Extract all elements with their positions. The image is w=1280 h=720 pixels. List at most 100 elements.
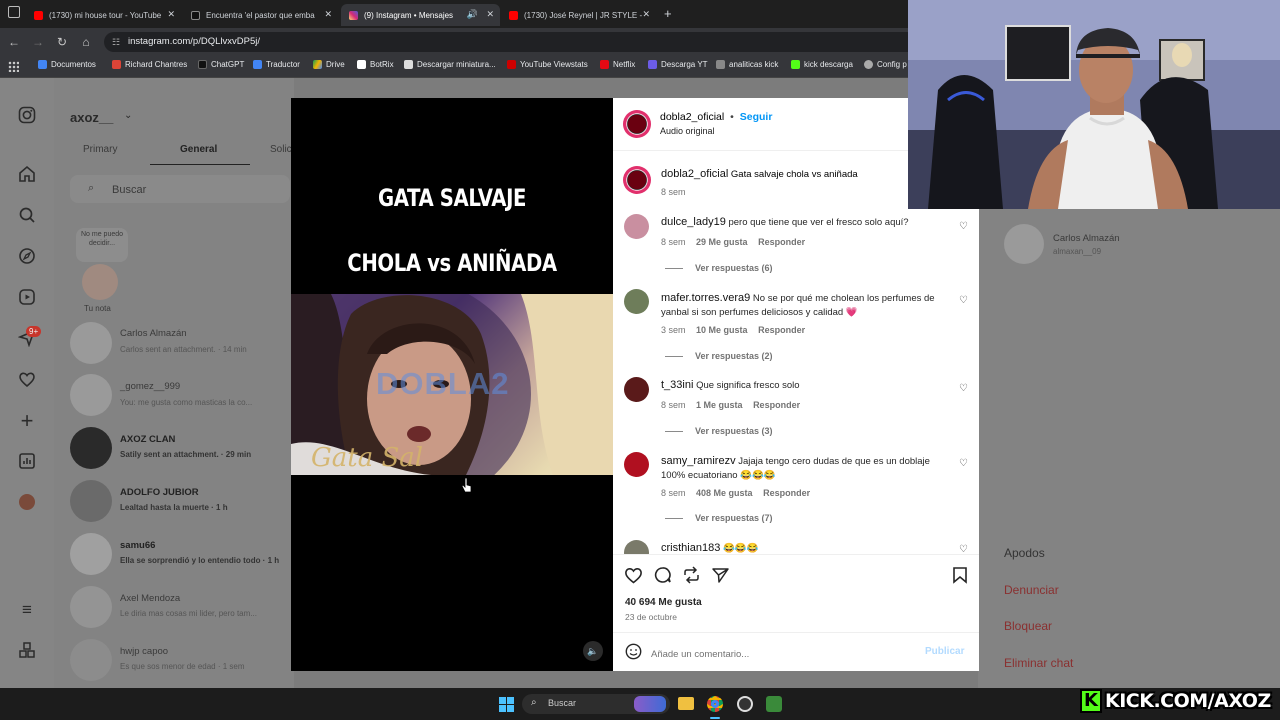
bookmark-richard-chantres[interactable]: Richard Chantres — [112, 60, 187, 69]
bookmark-botrix[interactable]: BotRix — [357, 60, 394, 69]
avatar[interactable] — [70, 480, 112, 522]
avatar[interactable] — [624, 540, 649, 554]
tab-youtube-jr-style[interactable]: (1730) José Reynel | JR STYLE - ✕ — [501, 4, 656, 26]
note-avatar[interactable] — [82, 264, 118, 300]
bookmark-config[interactable]: Config p — [864, 60, 907, 69]
conversation-name[interactable]: Carlos Almazán — [120, 328, 187, 339]
taskbar-search[interactable]: ⌕ Buscar — [522, 694, 670, 714]
comment-input[interactable]: Añade un comentario... — [651, 644, 921, 660]
comment-likes[interactable]: 10 Me gusta — [696, 325, 748, 335]
bookmark-kick-descarga[interactable]: kick descarga — [791, 60, 853, 69]
like-comment-icon[interactable]: ♡ — [959, 459, 969, 469]
speaker-icon[interactable]: 🔊 — [467, 9, 478, 20]
note-bubble[interactable]: No me puedo decidir... — [76, 228, 128, 262]
close-tab-icon[interactable]: ✕ — [486, 9, 494, 20]
bookmark-drive[interactable]: Drive — [313, 60, 345, 69]
repost-icon[interactable] — [682, 566, 701, 584]
tab-requests[interactable]: Solic — [270, 144, 292, 155]
obs-icon[interactable] — [737, 696, 753, 712]
avatar[interactable] — [1004, 224, 1044, 264]
app-icon[interactable] — [766, 696, 782, 712]
account-username[interactable]: axoz__ — [70, 110, 113, 125]
like-comment-icon[interactable]: ♡ — [959, 222, 969, 232]
search-icon[interactable] — [17, 206, 37, 226]
reel-video-player[interactable]: GATA SALVAJE CHOLA vs ANIÑADA Gata Sal D… — [291, 98, 613, 671]
search-input[interactable] — [70, 175, 290, 203]
mute-button[interactable]: 🔈 — [583, 641, 603, 661]
conversation-name[interactable]: AXOZ CLAN — [120, 434, 175, 445]
tab-youtube-house-tour[interactable]: (1730) mi house tour - YouTube ✕ — [26, 4, 181, 26]
comment-likes[interactable]: 408 Me gusta — [696, 488, 753, 498]
dashboard-icon[interactable] — [17, 452, 37, 472]
like-comment-icon[interactable]: ♡ — [959, 296, 969, 306]
back-icon[interactable]: ← — [6, 34, 22, 50]
close-tab-icon[interactable]: ✕ — [642, 9, 650, 20]
tab-primary[interactable]: Primary — [83, 144, 117, 155]
apps-icon[interactable] — [8, 61, 19, 72]
comment-username[interactable]: t_33ini — [661, 379, 693, 391]
close-tab-icon[interactable]: ✕ — [324, 9, 332, 20]
reply-button[interactable]: Responder — [758, 237, 805, 247]
avatar[interactable] — [624, 289, 649, 314]
new-tab-button[interactable]: + — [664, 6, 672, 21]
comment-username[interactable]: mafer.torres.vera9 — [661, 292, 750, 304]
avatar[interactable] — [624, 377, 649, 402]
view-replies-button[interactable]: Ver respuestas (6) — [665, 263, 773, 273]
delete-chat-option[interactable]: Eliminar chat — [1004, 656, 1073, 670]
comment-icon[interactable] — [653, 566, 672, 584]
conversation-name[interactable]: Axel Mendoza — [120, 593, 180, 604]
chrome-icon[interactable] — [707, 696, 723, 712]
comment-username[interactable]: cristhian183 — [661, 542, 720, 554]
conversation-name[interactable]: hwjp capoo — [120, 646, 168, 657]
comment-username[interactable]: dulce_lady19 — [661, 216, 726, 228]
comment-username[interactable]: samy_ramirezv — [661, 455, 736, 467]
bookmark-descargar-miniatura[interactable]: Descargar miniatura... — [404, 60, 496, 69]
avatar[interactable] — [70, 374, 112, 416]
conversation-name[interactable]: _gomez__999 — [120, 381, 180, 392]
avatar[interactable] — [70, 639, 112, 681]
reload-icon[interactable]: ↻ — [54, 34, 70, 50]
follow-button[interactable]: Seguir — [740, 111, 773, 123]
view-replies-button[interactable]: Ver respuestas (2) — [665, 351, 773, 361]
avatar[interactable] — [624, 214, 649, 239]
view-replies-button[interactable]: Ver respuestas (7) — [665, 513, 773, 523]
create-icon[interactable]: + — [17, 410, 37, 432]
reels-icon[interactable] — [17, 288, 37, 308]
like-comment-icon[interactable]: ♡ — [959, 545, 969, 555]
bookmark-chatgpt[interactable]: ChatGPT — [198, 60, 244, 69]
home-icon[interactable]: ⌂ — [78, 34, 94, 50]
bookmark-icon[interactable] — [952, 566, 968, 584]
menu-icon[interactable]: ≡ — [17, 600, 37, 620]
conversation-name[interactable]: samu66 — [120, 540, 155, 551]
reply-button[interactable]: Responder — [763, 488, 810, 498]
avatar[interactable] — [70, 533, 112, 575]
home-icon[interactable] — [17, 165, 37, 185]
audio-label[interactable]: Audio original — [660, 126, 715, 136]
file-explorer-icon[interactable] — [678, 697, 694, 710]
more-icon[interactable] — [17, 641, 37, 661]
avatar[interactable] — [70, 586, 112, 628]
url-input[interactable]: ☷ instagram.com/p/DQLlvxvDP5j/ — [104, 32, 934, 52]
caption-avatar[interactable] — [623, 166, 651, 194]
emoji-icon[interactable] — [625, 643, 642, 660]
profile-avatar[interactable] — [19, 494, 35, 510]
bookmark-descarga-yt[interactable]: Descarga YT — [648, 60, 708, 69]
tab-tiktok[interactable]: Encuentra 'el pastor que emba ✕ — [183, 4, 338, 26]
reply-button[interactable]: Responder — [758, 325, 805, 335]
windows-start-icon[interactable] — [499, 697, 514, 712]
forward-icon[interactable]: → — [30, 34, 46, 50]
tab-general[interactable]: General — [180, 144, 217, 155]
avatar[interactable] — [70, 427, 112, 469]
instagram-logo-icon[interactable] — [17, 106, 37, 126]
close-tab-icon[interactable]: ✕ — [167, 9, 175, 20]
bookmark-documentos[interactable]: Documentos — [38, 60, 96, 69]
publish-button[interactable]: Publicar — [925, 646, 964, 657]
chevron-down-icon[interactable]: ⌄ — [124, 110, 132, 121]
share-icon[interactable] — [711, 566, 730, 584]
conversation-name[interactable]: ADOLFO JUBIOR — [120, 487, 199, 498]
notifications-icon[interactable] — [17, 370, 37, 390]
avatar[interactable] — [624, 452, 649, 477]
bookmark-youtube-viewstats[interactable]: YouTube Viewstats — [507, 60, 588, 69]
reply-button[interactable]: Responder — [753, 400, 800, 410]
tab-search-icon[interactable] — [8, 6, 20, 18]
